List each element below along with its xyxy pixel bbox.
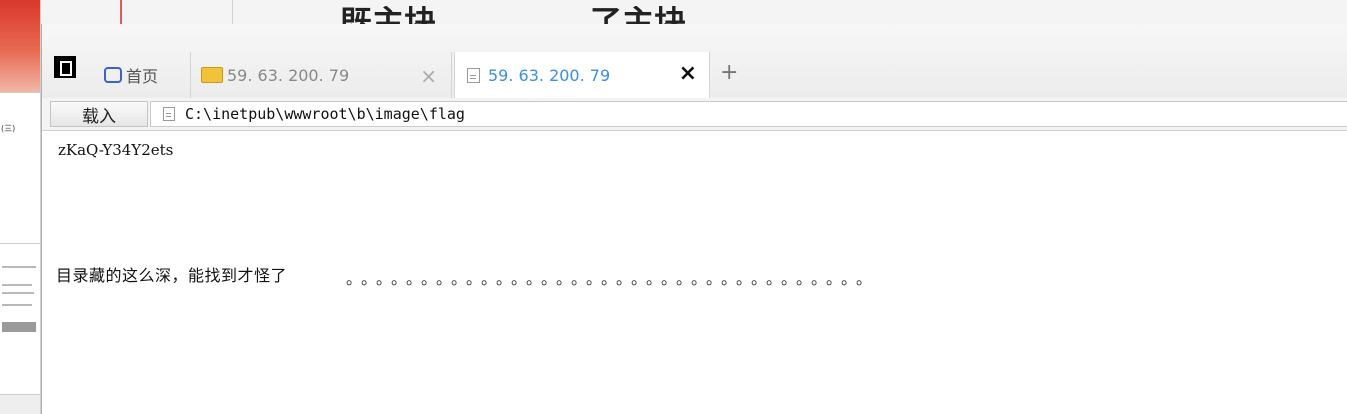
- page-icon: [467, 68, 480, 83]
- background-thumbnail: (三): [0, 93, 40, 244]
- tab-label: 首页: [126, 67, 159, 86]
- page-icon: [163, 107, 175, 121]
- tab-home[interactable]: 首页: [98, 52, 194, 98]
- background-thumbnail-sidebar: (三): [0, 0, 41, 414]
- new-tab-button[interactable]: +: [720, 60, 738, 85]
- background-thumbnail-line: [2, 304, 32, 306]
- background-thumbnail: [0, 244, 40, 395]
- address-field[interactable]: C:\inetpub\wwwroot\b\image\flag: [150, 101, 1347, 127]
- background-thumbnail-line: [2, 292, 34, 294]
- address-url[interactable]: C:\inetpub\wwwroot\b\image\flag: [185, 105, 465, 123]
- browser-window: 首页 59. 63. 200. 79 × 59. 63. 200. 79 × +…: [41, 24, 1347, 414]
- background-thumbnail-text: (三): [1, 124, 16, 133]
- address-toolbar: 载入 C:\inetpub\wwwroot\b\image\flag: [42, 98, 1347, 131]
- page-content: zKaQ-Y34Y2ets 目录藏的这么深，能找到才怪了 。。。。。。。。。。。…: [42, 131, 1347, 414]
- tab-bar: 首页 59. 63. 200. 79 × 59. 63. 200. 79 × +: [42, 24, 1347, 99]
- flag-text: zKaQ-Y34Y2ets: [58, 141, 174, 159]
- close-tab-icon[interactable]: ×: [420, 64, 437, 88]
- app-logo-icon[interactable]: [54, 56, 76, 78]
- background-app-toolbar: 既主块 了主块: [0, 0, 1347, 25]
- background-heading-right: 了主块: [590, 6, 686, 24]
- message-dots: 。。。。。。。。。。。。。。。。。。。。。。。。。。。。。。。。。。。: [346, 269, 880, 288]
- home-icon: [104, 67, 122, 83]
- message-text: 目录藏的这么深，能找到才怪了: [56, 266, 288, 285]
- folder-icon: [201, 67, 223, 83]
- background-thumbnail-line: [2, 284, 32, 286]
- load-button[interactable]: 载入: [50, 101, 148, 127]
- background-thumbnail: [0, 0, 40, 93]
- background-toolbar-segment: [120, 0, 233, 24]
- background-heading-left: 既主块: [340, 6, 436, 24]
- tab-label: 59. 63. 200. 79: [488, 66, 611, 85]
- tab-folder[interactable]: 59. 63. 200. 79 ×: [190, 52, 452, 98]
- background-toolbar-segment: [52, 0, 122, 24]
- tab-active-file[interactable]: 59. 63. 200. 79 ×: [454, 52, 710, 99]
- background-thumbnail-line: [2, 266, 36, 268]
- close-tab-icon[interactable]: ×: [679, 61, 697, 86]
- tab-label: 59. 63. 200. 79: [227, 65, 350, 85]
- background-thumbnail-table: [2, 322, 36, 332]
